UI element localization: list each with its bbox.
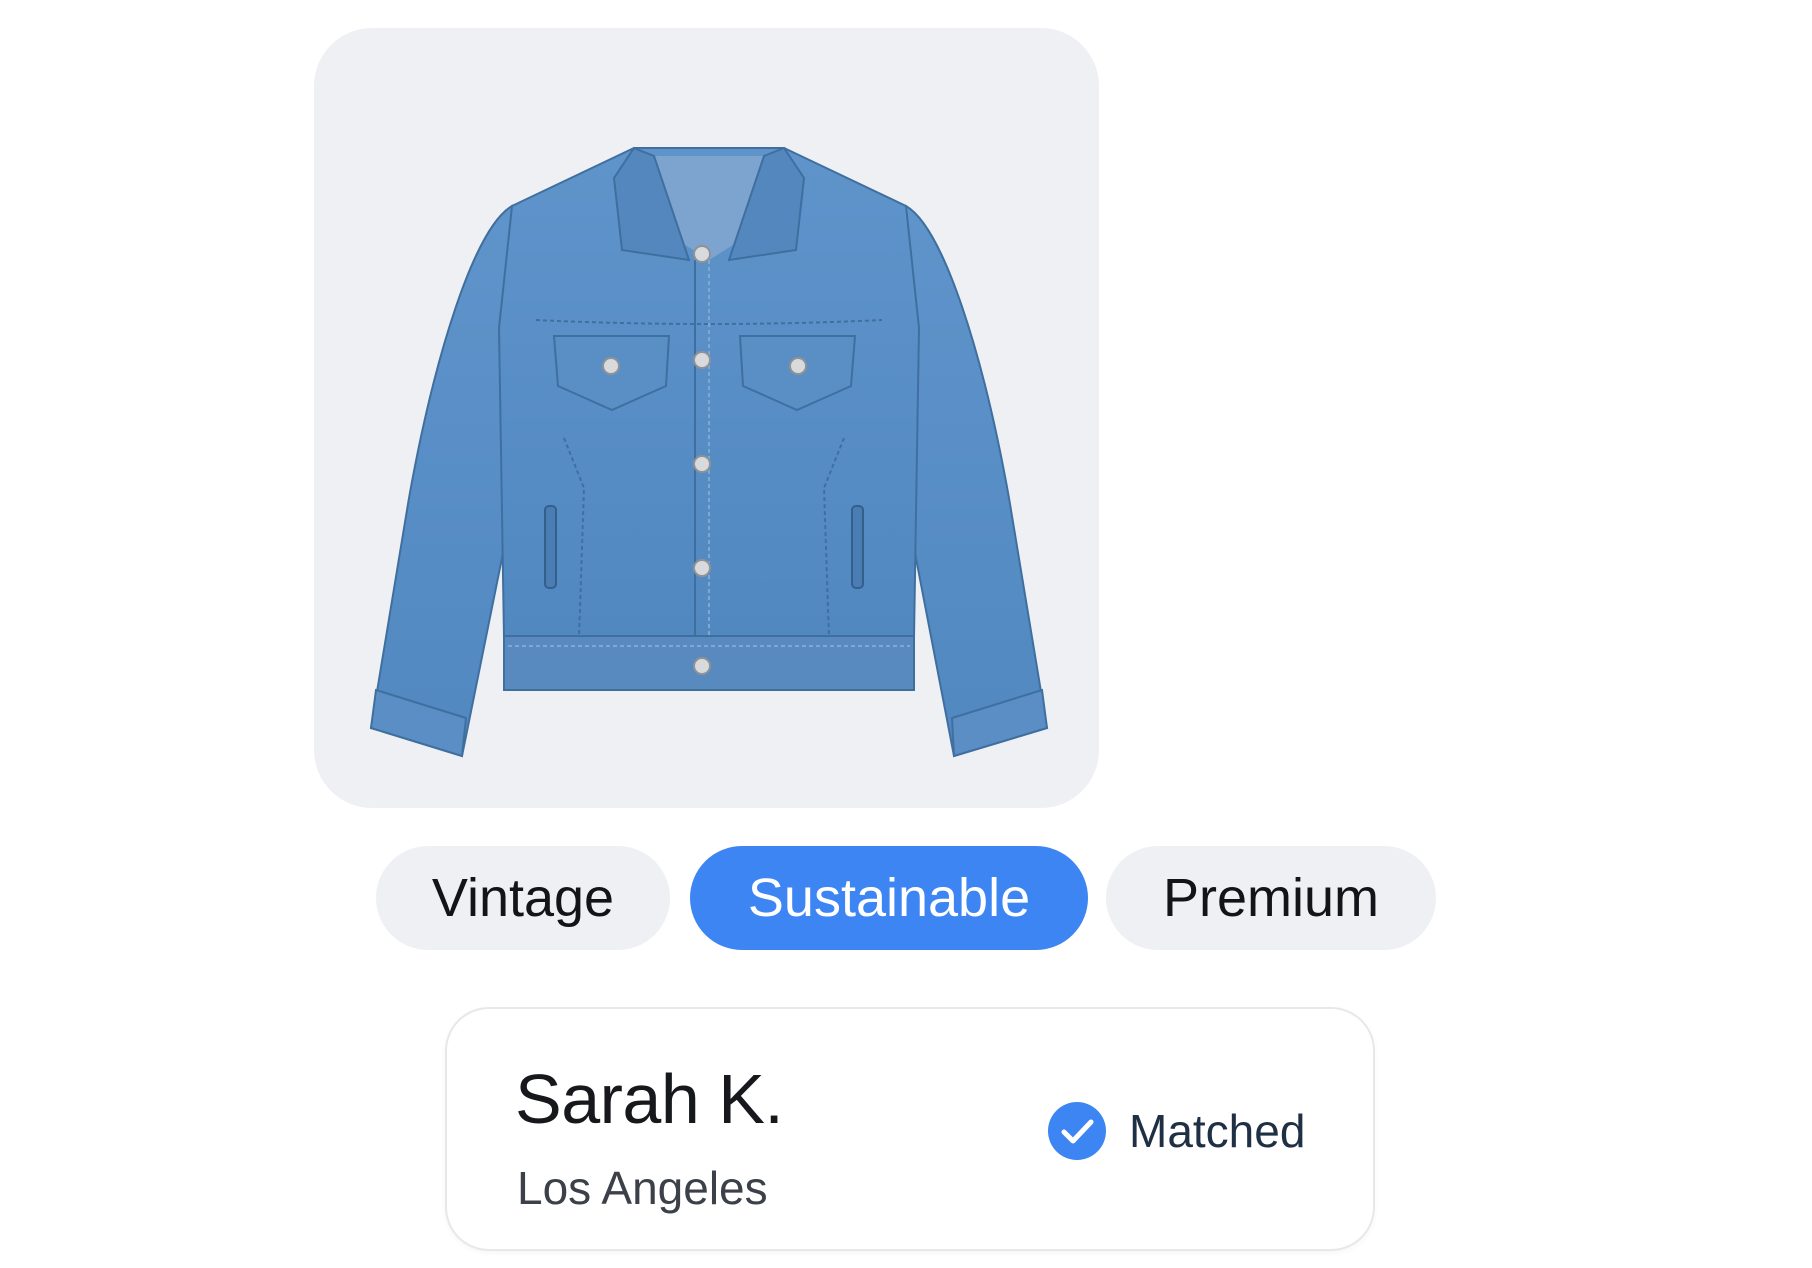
match-status-label: Matched bbox=[1129, 1105, 1306, 1157]
product-image-card[interactable] bbox=[314, 28, 1099, 808]
tag-list: Vintage Sustainable Premium bbox=[0, 846, 1812, 950]
tag-vintage[interactable]: Vintage bbox=[376, 846, 670, 950]
seller-name: Sarah K. bbox=[515, 1060, 784, 1138]
check-circle-icon bbox=[1048, 1102, 1106, 1160]
denim-jacket-image bbox=[369, 146, 1049, 758]
seller-card[interactable]: Sarah K. Los Angeles Matched bbox=[445, 1007, 1375, 1251]
match-status: Matched bbox=[1047, 1101, 1305, 1161]
tag-premium[interactable]: Premium bbox=[1106, 846, 1436, 950]
seller-location: Los Angeles bbox=[517, 1162, 768, 1214]
tag-sustainable[interactable]: Sustainable bbox=[690, 846, 1088, 950]
